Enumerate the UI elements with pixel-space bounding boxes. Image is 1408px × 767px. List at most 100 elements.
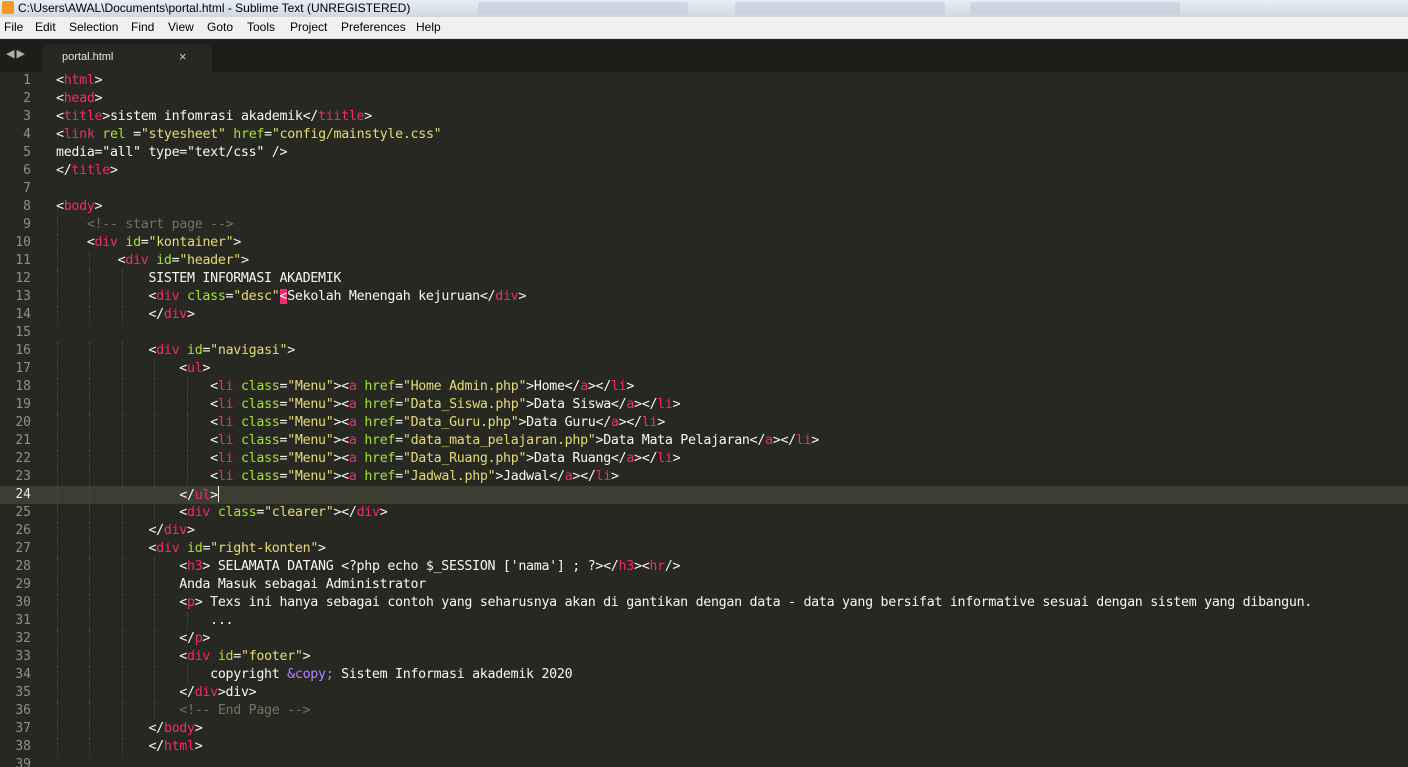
code-line[interactable]: 29 Anda Masuk sebagai Administrator [0, 576, 1408, 594]
code-text[interactable]: media="all" type="text/css" /> [56, 144, 287, 162]
code-line[interactable]: 30 <p> Texs ini hanya sebagai contoh yan… [0, 594, 1408, 612]
code-line[interactable]: 26 </div> [0, 522, 1408, 540]
code-line[interactable]: 3 <title>sistem infomrasi akademik</tiitl… [0, 108, 1408, 126]
code-line[interactable]: 6 </title> [0, 162, 1408, 180]
code-line[interactable]: 35 </div>div> [0, 684, 1408, 702]
menu-edit[interactable]: Edit [35, 17, 56, 38]
code-text[interactable]: </ul> [56, 486, 219, 505]
line-number: 38 [15, 739, 31, 754]
code-text[interactable]: </p> [56, 630, 210, 648]
code-text[interactable]: </title> [56, 162, 118, 180]
code-text[interactable]: <li class="Menu"><a href="Home Admin.php… [56, 378, 634, 396]
close-icon[interactable]: × [179, 49, 187, 64]
code-text[interactable]: <head> [56, 90, 103, 108]
code-text[interactable]: <!-- start page --> [56, 216, 234, 234]
code-line[interactable]: 2 <head> [0, 90, 1408, 108]
code-line[interactable]: 17 <ul> [0, 360, 1408, 378]
menu-view[interactable]: View [168, 17, 194, 38]
code-line[interactable]: 39 [0, 756, 1408, 767]
code-line[interactable]: 21 <li class="Menu"><a href="data_mata_p… [0, 432, 1408, 450]
code-line[interactable]: 9 <!-- start page --> [0, 216, 1408, 234]
code-line[interactable]: 33 <div id="footer"> [0, 648, 1408, 666]
code-text[interactable]: <p> Texs ini hanya sebagai contoh yang s… [56, 594, 1312, 612]
line-number: 14 [15, 307, 31, 322]
line-number: 24 [15, 487, 31, 502]
code-text[interactable]: <li class="Menu"><a href="Data_Siswa.php… [56, 396, 681, 414]
code-text[interactable]: <html> [56, 72, 103, 90]
code-line[interactable]: 24 </ul> [0, 486, 1408, 504]
code-line[interactable]: 23 <li class="Menu"><a href="Jadwal.php"… [0, 468, 1408, 486]
code-line[interactable]: 27 <div id="right-konten"> [0, 540, 1408, 558]
code-text[interactable]: ... [56, 612, 233, 630]
code-text[interactable]: copyright &copy; Sistem Informasi akadem… [56, 666, 572, 684]
code-line[interactable]: 11 <div id="header"> [0, 252, 1408, 270]
code-text[interactable]: <title>sistem infomrasi akademik</tiitle… [56, 108, 372, 126]
code-text[interactable]: <div id="footer"> [56, 648, 310, 666]
indent-guide [89, 648, 91, 666]
code-line[interactable]: 20 <li class="Menu"><a href="Data_Guru.p… [0, 414, 1408, 432]
code-text[interactable]: <ul> [56, 360, 210, 378]
code-text[interactable]: </body> [56, 720, 202, 738]
code-line[interactable]: 31 ... [0, 612, 1408, 630]
chevron-right-icon[interactable]: ▶ [16, 48, 26, 60]
code-text[interactable]: SISTEM INFORMASI AKADEMIK [56, 270, 341, 288]
code-text[interactable]: </div>div> [56, 684, 256, 702]
code-text[interactable]: <li class="Menu"><a href="Jadwal.php">Ja… [56, 468, 619, 486]
code-line[interactable]: 25 <div class="clearer"></div> [0, 504, 1408, 522]
code-text[interactable]: Anda Masuk sebagai Administrator [56, 576, 426, 594]
menu-file[interactable]: File [4, 17, 23, 38]
menu-project[interactable]: Project [290, 17, 327, 38]
menu-goto[interactable]: Goto [207, 17, 233, 38]
tab-bar: ◀▶ portal.html × [0, 39, 1408, 72]
code-text[interactable]: </div> [56, 522, 195, 540]
code-text[interactable]: <li class="Menu"><a href="Data_Guru.php"… [56, 414, 665, 432]
indent-guide [121, 306, 123, 324]
menu-help[interactable]: Help [416, 17, 441, 38]
code-line[interactable]: 10 <div id="kontainer"> [0, 234, 1408, 252]
code-line[interactable]: 28 <h3> SELAMATA DATANG <?php echo $_SES… [0, 558, 1408, 576]
code-text[interactable]: <div id="navigasi"> [56, 342, 295, 360]
code-line[interactable]: 5 media="all" type="text/css" /> [0, 144, 1408, 162]
code-text[interactable]: <div class="desc"<Sekolah Menengah kejur… [56, 288, 526, 306]
code-text[interactable]: </div> [56, 306, 195, 324]
code-text[interactable]: <div id="right-konten"> [56, 540, 326, 558]
code-line[interactable]: 19 <li class="Menu"><a href="Data_Siswa.… [0, 396, 1408, 414]
code-text[interactable]: <li class="Menu"><a href="data_mata_pela… [56, 432, 819, 450]
line-number: 27 [15, 541, 31, 556]
indent-guide [89, 558, 91, 576]
indent-guide [154, 378, 156, 396]
code-text[interactable]: <div id="kontainer"> [56, 234, 241, 252]
menu-preferences[interactable]: Preferences [341, 17, 406, 38]
code-editor[interactable]: 1 <html> 2 <head> 3 <title>sistem infomrasi a… [0, 72, 1408, 767]
code-line[interactable]: 4 <link rel ="styesheet" href="config/mai… [0, 126, 1408, 144]
code-text[interactable]: <body> [56, 198, 103, 216]
code-line[interactable]: 1 <html> [0, 72, 1408, 90]
tab-portal-html[interactable]: portal.html × [42, 44, 212, 72]
code-line[interactable]: 37 </body> [0, 720, 1408, 738]
code-line[interactable]: 14 </div> [0, 306, 1408, 324]
code-line[interactable]: 18 <li class="Menu"><a href="Home Admin.… [0, 378, 1408, 396]
code-text[interactable]: <!-- End Page --> [56, 702, 310, 720]
code-line[interactable]: 32 </p> [0, 630, 1408, 648]
code-text[interactable]: </html> [56, 738, 202, 756]
code-line[interactable]: 34 copyright &copy; Sistem Informasi aka… [0, 666, 1408, 684]
code-text[interactable]: <div class="clearer"></div> [56, 504, 387, 522]
code-text[interactable]: <link rel ="styesheet" href="config/main… [56, 126, 442, 144]
code-line[interactable]: 12 SISTEM INFORMASI AKADEMIK [0, 270, 1408, 288]
indent-guide [154, 414, 156, 432]
chevron-left-icon[interactable]: ◀ [6, 48, 16, 60]
code-line[interactable]: 38 </html> [0, 738, 1408, 756]
code-line[interactable]: 22 <li class="Menu"><a href="Data_Ruang.… [0, 450, 1408, 468]
code-text[interactable]: <div id="header"> [56, 252, 249, 270]
menu-tools[interactable]: Tools [247, 17, 275, 38]
code-text[interactable]: <li class="Menu"><a href="Data_Ruang.php… [56, 450, 681, 468]
code-line[interactable]: 13 <div class="desc"<Sekolah Menengah ke… [0, 288, 1408, 306]
code-line[interactable]: 8 <body> [0, 198, 1408, 216]
code-line[interactable]: 36 <!-- End Page --> [0, 702, 1408, 720]
menu-find[interactable]: Find [131, 17, 154, 38]
code-line[interactable]: 15 [0, 324, 1408, 342]
menu-selection[interactable]: Selection [69, 17, 118, 38]
code-line[interactable]: 7 [0, 180, 1408, 198]
code-line[interactable]: 16 <div id="navigasi"> [0, 342, 1408, 360]
code-text[interactable]: <h3> SELAMATA DATANG <?php echo $_SESSIO… [56, 558, 680, 576]
